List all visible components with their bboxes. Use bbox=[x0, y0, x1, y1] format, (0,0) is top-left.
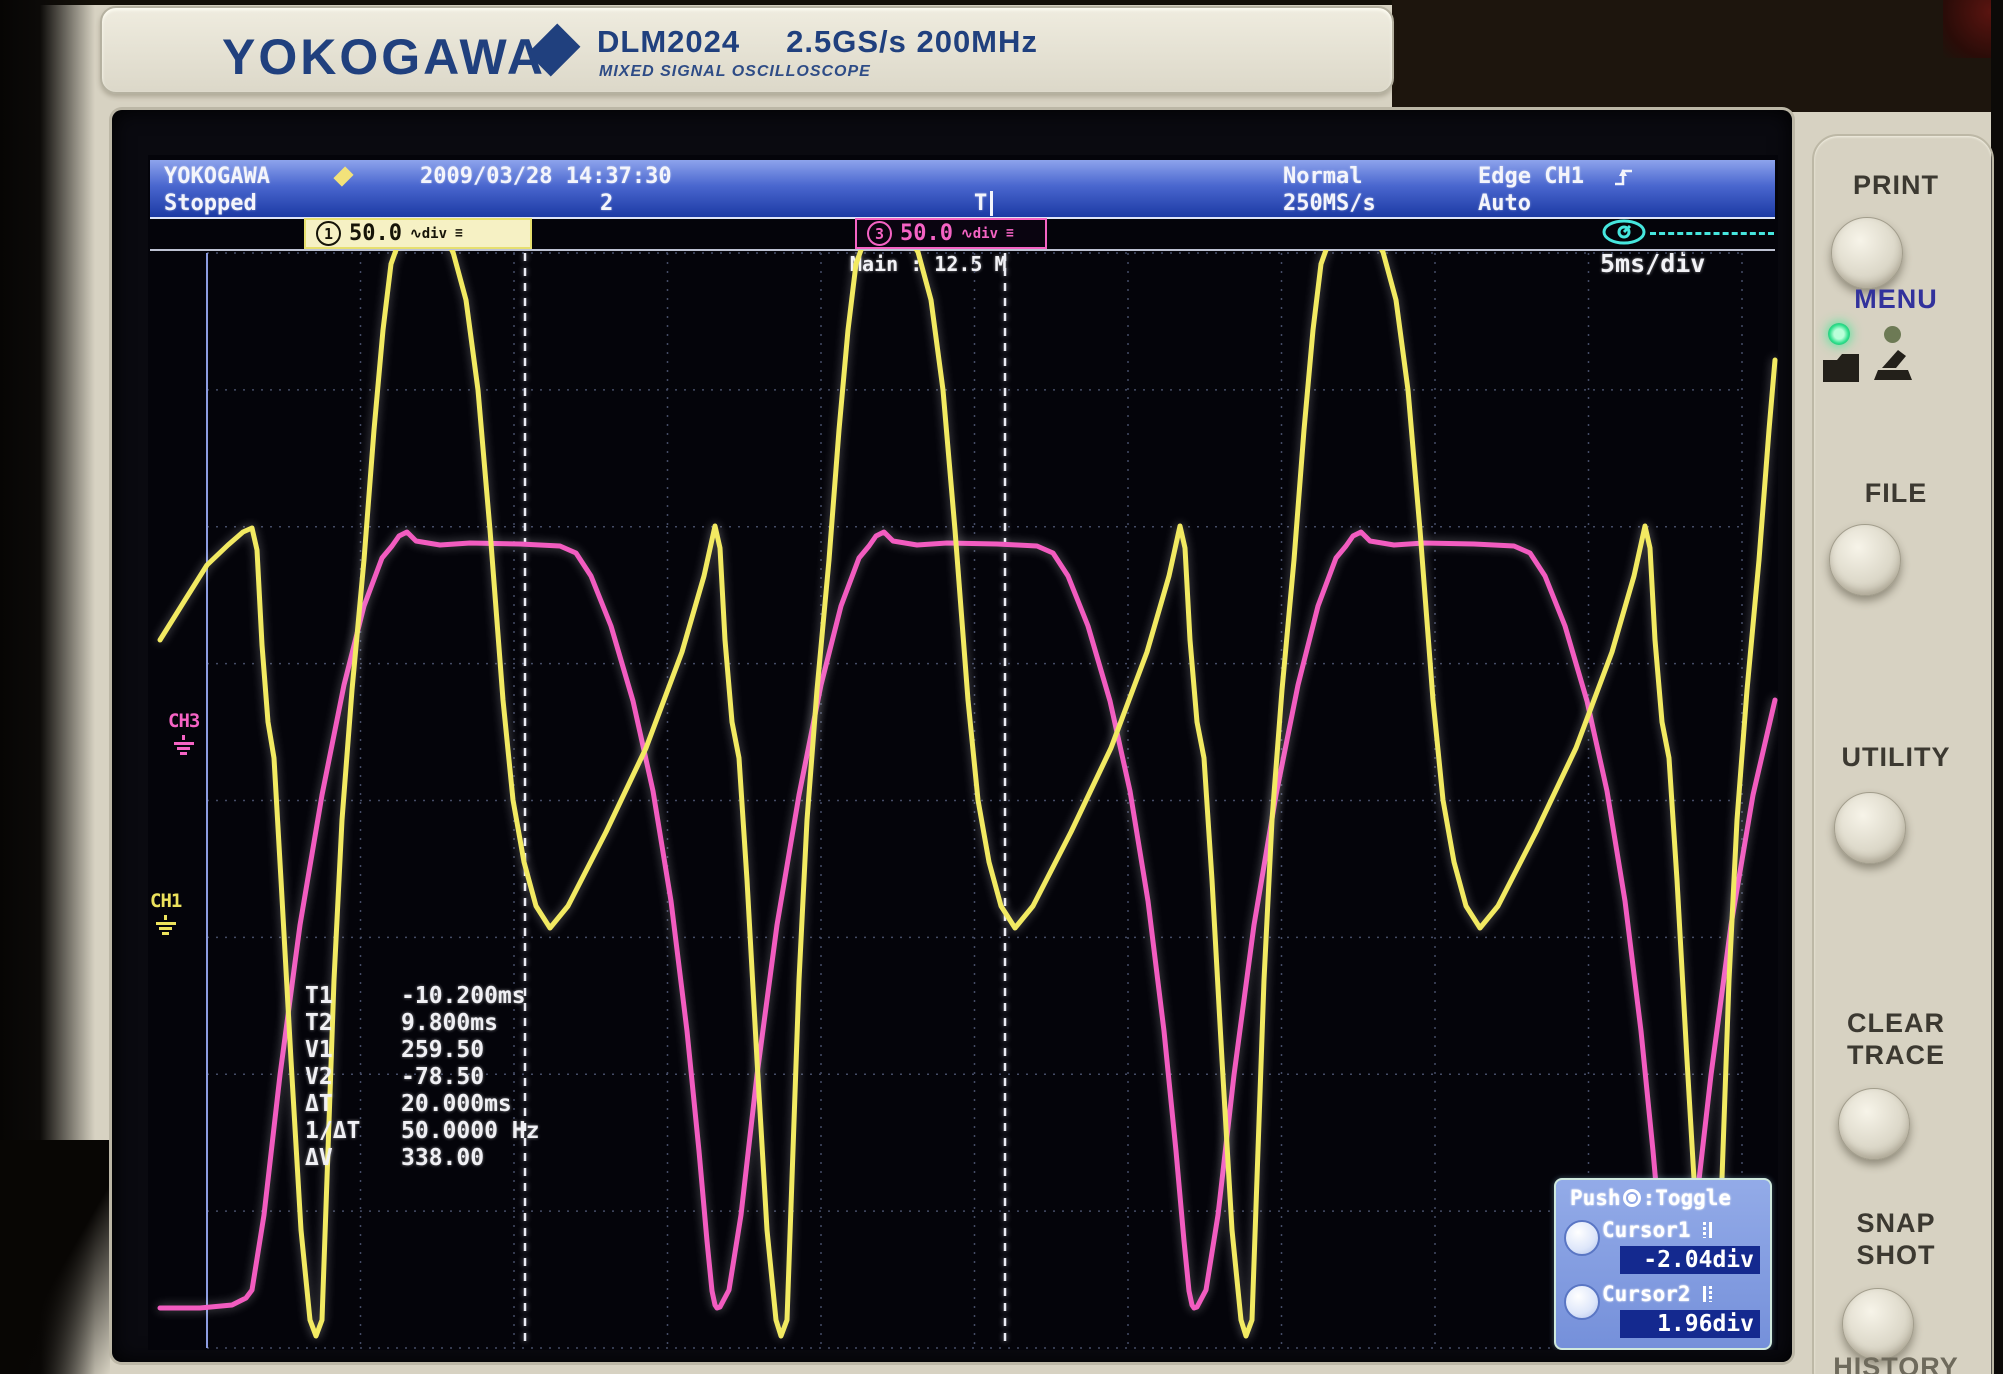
measurement-label: T2 bbox=[305, 1010, 401, 1036]
measurement-value: 9.800ms bbox=[401, 1010, 498, 1036]
channel1-number: 1 bbox=[316, 221, 341, 246]
measurement-value: 338.00 bbox=[401, 1145, 484, 1171]
snap-shot-label-line2: SHOT bbox=[1806, 1240, 1986, 1271]
measurement-label: ΔV bbox=[305, 1145, 401, 1171]
measurement-value: -10.200ms bbox=[401, 983, 526, 1009]
cursor-title-suffix: :Toggle bbox=[1643, 1186, 1732, 1210]
acq-mode: Normal bbox=[1283, 164, 1362, 189]
measurement-value: 20.000ms bbox=[401, 1091, 512, 1117]
measurement-value: 50.0000 Hz bbox=[401, 1118, 539, 1144]
cursor1-label-text: Cursor1 bbox=[1602, 1218, 1691, 1242]
print-button[interactable] bbox=[1831, 217, 1903, 289]
sample-rate: 250MS/s bbox=[1283, 191, 1376, 216]
clear-trace-label-line2: TRACE bbox=[1806, 1040, 1986, 1071]
file-label: FILE bbox=[1806, 478, 1986, 509]
status-diamond-icon bbox=[333, 166, 353, 186]
measurement-row: ΔV338.00 bbox=[305, 1144, 539, 1171]
channel3-number: 3 bbox=[867, 221, 892, 246]
measurement-label: V2 bbox=[305, 1064, 401, 1090]
channel1-unit: ∿div bbox=[410, 226, 447, 242]
brand-logo: YOKOGAWA bbox=[222, 28, 546, 86]
measurement-label: 1/ΔT bbox=[305, 1118, 401, 1144]
acq-count: 2 bbox=[600, 191, 613, 216]
menu-label: MENU bbox=[1806, 284, 1986, 315]
measurement-label: V1 bbox=[305, 1037, 401, 1063]
acq-status: Stopped bbox=[164, 191, 257, 216]
cursor-panel-title: Push :Toggle bbox=[1570, 1186, 1731, 1210]
menu-led-on bbox=[1828, 323, 1850, 345]
clear-trace-label-line1: CLEAR bbox=[1806, 1008, 1986, 1039]
cursor2-marker-icon bbox=[1703, 1286, 1712, 1302]
model-text: DLM2024 2.5GS/s 200MHz bbox=[597, 24, 1038, 60]
knob-icon bbox=[1623, 1189, 1641, 1207]
status-brand: YOKOGAWA bbox=[164, 164, 270, 189]
cursor1-value: -2.04div bbox=[1620, 1246, 1760, 1274]
measurement-row: ΔT20.000ms bbox=[305, 1090, 539, 1117]
channel1-label-text: CH1 bbox=[150, 890, 181, 912]
channel1-badge: 1 50.0 ∿div ≡ bbox=[304, 218, 532, 249]
trigger-type: Edge CH1 bbox=[1478, 164, 1584, 189]
cursor2-label: Cursor2 bbox=[1602, 1282, 1712, 1306]
clear-trace-button[interactable] bbox=[1838, 1088, 1910, 1160]
channel3-badge: 3 50.0 ∿div ≡ bbox=[855, 218, 1047, 249]
shadow-top-right bbox=[1392, 0, 2003, 112]
cursor1-marker-icon bbox=[1703, 1222, 1712, 1238]
cursor1-knob[interactable] bbox=[1564, 1220, 1600, 1256]
utility-button[interactable] bbox=[1834, 792, 1906, 864]
history-label: HISTORY bbox=[1806, 1352, 1986, 1374]
file-button[interactable] bbox=[1829, 524, 1901, 596]
display-position-line bbox=[1650, 232, 1774, 235]
measurement-row: T1-10.200ms bbox=[305, 982, 539, 1009]
cursor-control-panel: Push :Toggle Cursor1 -2.04div Cursor2 1.… bbox=[1554, 1178, 1772, 1350]
display-position-icon bbox=[1600, 217, 1652, 249]
oscilloscope-front: YOKOGAWA DLM2024 2.5GS/s 200MHz MIXED SIG… bbox=[0, 0, 2003, 1374]
status-datetime: 2009/03/28 14:37:30 bbox=[420, 164, 672, 189]
cursor2-value: 1.96div bbox=[1620, 1310, 1760, 1338]
channel1-scale: 50.0 bbox=[349, 221, 402, 246]
measurement-value: 259.50 bbox=[401, 1037, 484, 1063]
trigger-position-marker: T bbox=[974, 191, 993, 216]
measurement-value: -78.50 bbox=[401, 1064, 484, 1090]
measurement-label: T1 bbox=[305, 983, 401, 1009]
snap-shot-label-line1: SNAP bbox=[1806, 1208, 1986, 1239]
cursor-title-prefix: Push bbox=[1570, 1186, 1621, 1210]
model-subtitle: MIXED SIGNAL OSCILLOSCOPE bbox=[599, 63, 871, 81]
printer-icon[interactable] bbox=[1868, 344, 1916, 388]
model-number: DLM2024 bbox=[597, 24, 740, 59]
channel3-scale: 50.0 bbox=[900, 221, 953, 246]
snap-shot-button[interactable] bbox=[1842, 1288, 1914, 1360]
waveform-display bbox=[148, 250, 1778, 1350]
model-specs: 2.5GS/s 200MHz bbox=[786, 24, 1038, 59]
measurement-row: T29.800ms bbox=[305, 1009, 539, 1036]
channel3-ground-icon bbox=[168, 735, 199, 755]
brand-plaque: YOKOGAWA DLM2024 2.5GS/s 200MHz MIXED SIG… bbox=[100, 6, 1394, 94]
cursor2-label-text: Cursor2 bbox=[1602, 1282, 1691, 1306]
rising-edge-icon bbox=[1612, 165, 1636, 189]
channel1-ground-icon bbox=[150, 915, 181, 935]
screen-bezel: YOKOGAWA 2009/03/28 14:37:30 Stopped 2 T… bbox=[112, 110, 1792, 1362]
cursor2-knob[interactable] bbox=[1564, 1284, 1600, 1320]
channel1-position-label: CH1 bbox=[150, 890, 181, 935]
measurement-label: ΔT bbox=[305, 1091, 401, 1117]
shadow-bottom-left bbox=[0, 1140, 110, 1374]
channel3-coupling-icon: ≡ bbox=[1006, 226, 1013, 241]
status-bar: YOKOGAWA 2009/03/28 14:37:30 Stopped 2 T… bbox=[150, 160, 1775, 219]
measurement-row: V1259.50 bbox=[305, 1036, 539, 1063]
channel3-position-label: CH3 bbox=[168, 710, 199, 755]
folder-icon[interactable] bbox=[1820, 348, 1862, 386]
trigger-mode: Auto bbox=[1478, 191, 1531, 216]
cursor-measurements: T1-10.200msT29.800msV1259.50V2-78.50ΔT20… bbox=[305, 982, 539, 1171]
channel3-label-text: CH3 bbox=[168, 710, 199, 732]
channel1-coupling-icon: ≡ bbox=[455, 226, 462, 241]
utility-label: UTILITY bbox=[1806, 742, 1986, 773]
lcd-screen: YOKOGAWA 2009/03/28 14:37:30 Stopped 2 T… bbox=[148, 155, 1778, 1350]
measurement-row: 1/ΔT50.0000 Hz bbox=[305, 1117, 539, 1144]
channel3-unit: ∿div bbox=[961, 226, 998, 242]
cursor1-label: Cursor1 bbox=[1602, 1218, 1712, 1242]
menu-led-off bbox=[1884, 326, 1901, 343]
print-label: PRINT bbox=[1806, 170, 1986, 201]
measurement-row: V2-78.50 bbox=[305, 1063, 539, 1090]
